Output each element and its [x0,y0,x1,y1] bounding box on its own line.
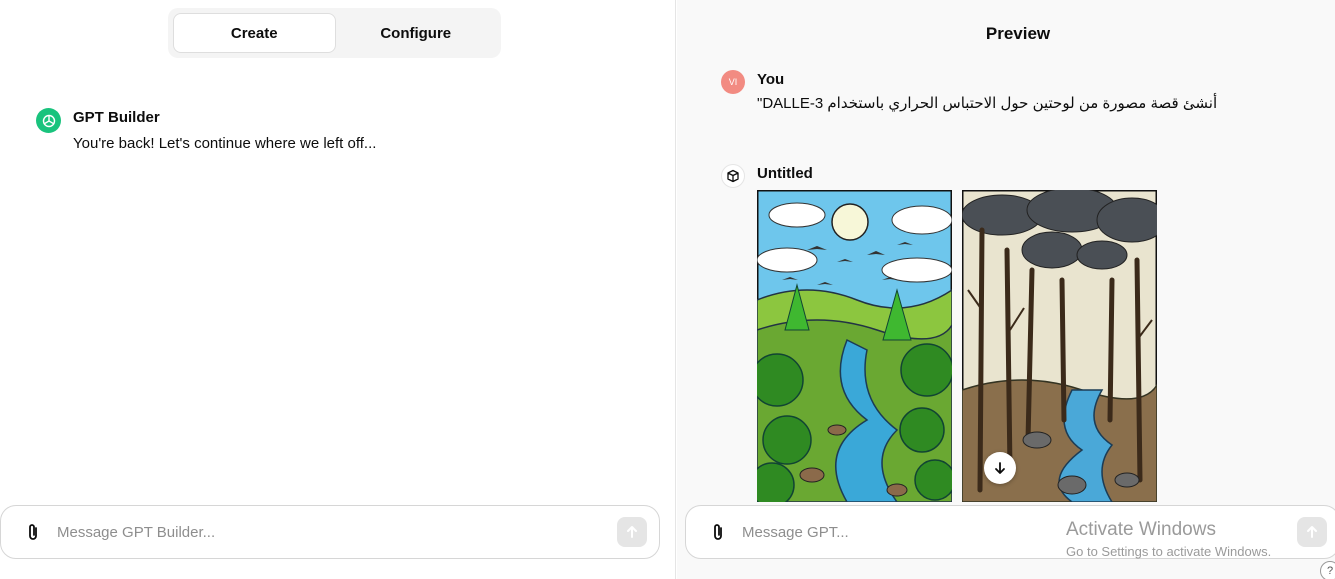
builder-panel: Create Configure GPT Builder You're back… [0,0,676,579]
preview-title: Preview [985,24,1051,43]
preview-panel: Preview VI You أنشئ قصة مصورة من لوحتين … [677,0,1335,579]
avatar: VI [721,70,745,94]
builder-composer [0,505,660,559]
panel-burned-forest [962,190,1157,502]
download-button[interactable] [984,452,1016,484]
watermark-title: Activate Windows [1066,519,1216,540]
tab-configure[interactable]: Configure [336,13,497,53]
cube-icon [721,164,745,188]
arrow-up-icon [1307,526,1317,538]
watermark-subtitle: Go to Settings to activate Windows. [1066,544,1272,559]
user-message-text: أنشئ قصة مصورة من لوحتين حول الاحتباس ال… [757,95,1218,112]
attach-icon[interactable] [13,512,53,552]
builder-message: GPT Builder You're back! Let's continue … [36,108,376,154]
arrow-down-icon [995,462,1005,474]
builder-message-text: You're back! Let's continue where we lef… [73,135,377,152]
generated-image-comic[interactable] [757,190,1157,502]
arrow-up-icon [627,526,637,538]
gpt-message: Untitled [721,164,813,188]
windows-activation-watermark: Activate Windows Go to Settings to activ… [1066,519,1271,561]
panel-healthy-forest [757,190,952,502]
user-author: You [757,71,785,88]
gpt-author: Untitled [757,165,813,182]
builder-message-input[interactable] [53,523,617,541]
send-button[interactable] [617,517,647,547]
attach-icon[interactable] [698,512,738,552]
mode-tabs: Create Configure [168,8,501,58]
builder-author: GPT Builder [73,109,160,126]
tab-create[interactable]: Create [173,13,336,53]
user-message: VI You أنشئ قصة مصورة من لوحتين حول الاح… [721,70,1217,114]
openai-logo-icon [36,108,61,133]
send-button[interactable] [1297,517,1327,547]
help-button[interactable]: ? [1320,561,1335,579]
